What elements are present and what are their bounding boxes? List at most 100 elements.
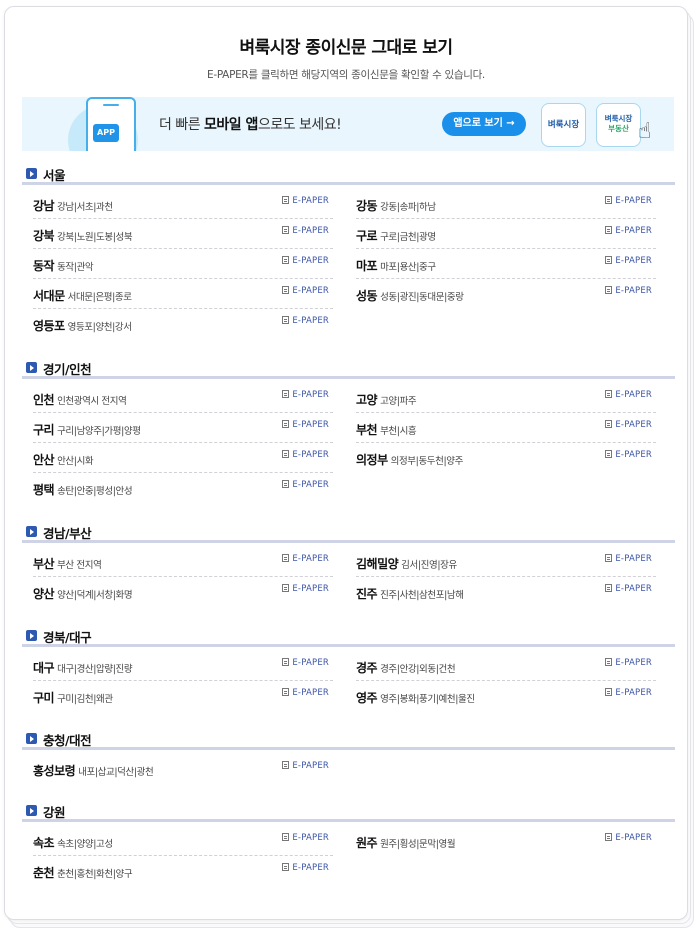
epaper-link[interactable]: E-PAPER (605, 658, 652, 668)
epaper-link[interactable]: E-PAPER (282, 480, 329, 490)
city-item[interactable]: 부천 부천|시흥 E-PAPER (356, 413, 656, 443)
city-item[interactable]: 동작 동작|관악 E-PAPER (33, 249, 333, 279)
epaper-link[interactable]: E-PAPER (605, 833, 652, 843)
region-section: 충청/대전 홍성보령 내포|삽교|덕산|광천 E-PAPER (22, 730, 675, 786)
city-name[interactable]: 김해밀양 김서|진영|장유 (356, 555, 457, 572)
epaper-link[interactable]: E-PAPER (605, 196, 652, 206)
city-name[interactable]: 안산 안산|시화 (33, 451, 94, 468)
city-name[interactable]: 평택 송탄|안중|평성|안성 (33, 481, 133, 498)
epaper-link[interactable]: E-PAPER (282, 863, 329, 873)
city-item[interactable]: 성동 성동|광진|동대문|중랑 E-PAPER (356, 279, 656, 309)
epaper-link[interactable]: E-PAPER (282, 196, 329, 206)
city-item[interactable]: 평택 송탄|안중|평성|안성 E-PAPER (33, 473, 333, 503)
city-item[interactable]: 속초 속초|양양|고성 E-PAPER (33, 826, 333, 856)
epaper-link[interactable]: E-PAPER (605, 286, 652, 296)
city-name[interactable]: 부산 부산 전지역 (33, 555, 102, 572)
city-name[interactable]: 부천 부천|시흥 (356, 421, 417, 438)
city-name[interactable]: 원주 원주|횡성|문막|영월 (356, 834, 456, 851)
epaper-link[interactable]: E-PAPER (282, 584, 329, 594)
realestate-app-button[interactable]: 벼룩시장 부동산 (596, 103, 641, 147)
city-name[interactable]: 영등포 영등포|양천|강서 (33, 317, 132, 334)
document-icon (282, 286, 290, 294)
epaper-link[interactable]: E-PAPER (282, 554, 329, 564)
city-areas: 인천광역시 전지역 (57, 396, 127, 407)
epaper-label: E-PAPER (615, 420, 652, 430)
city-item[interactable]: 인천 인천광역시 전지역 E-PAPER (33, 383, 333, 413)
section-arrow-icon (26, 168, 37, 179)
city-name[interactable]: 의정부 의정부|동두천|양주 (356, 451, 463, 468)
city-item[interactable]: 강남 강남|서초|과천 E-PAPER (33, 189, 333, 219)
city-name[interactable]: 대구 대구|경산|압량|진량 (33, 659, 133, 676)
city-name[interactable]: 홍성보령 내포|삽교|덕산|광천 (33, 762, 154, 779)
city-item[interactable]: 구로 구로|금천|광명 E-PAPER (356, 219, 656, 249)
city-item[interactable]: 경주 경주|안강|외동|건천 E-PAPER (356, 651, 656, 681)
epaper-label: E-PAPER (292, 226, 329, 236)
epaper-label: E-PAPER (292, 833, 329, 843)
city-item[interactable]: 서대문 서대문|은평|종로 E-PAPER (33, 279, 333, 309)
city-name[interactable]: 경주 경주|안강|외동|건천 (356, 659, 456, 676)
epaper-link[interactable]: E-PAPER (282, 226, 329, 236)
city-label: 영주 (356, 691, 378, 705)
city-name[interactable]: 동작 동작|관악 (33, 257, 94, 274)
city-item[interactable]: 대구 대구|경산|압량|진량 E-PAPER (33, 651, 333, 681)
city-name[interactable]: 인천 인천광역시 전지역 (33, 391, 127, 408)
epaper-link[interactable]: E-PAPER (282, 450, 329, 460)
city-name[interactable]: 구미 구미|김천|왜관 (33, 689, 113, 706)
city-item[interactable]: 김해밀양 김서|진영|장유 E-PAPER (356, 547, 656, 577)
city-name[interactable]: 진주 진주|사천|삼천포|남해 (356, 585, 464, 602)
city-name[interactable]: 성동 성동|광진|동대문|중랑 (356, 287, 464, 304)
city-item[interactable]: 영주 영주|봉화|풍기|예천|울진 E-PAPER (356, 681, 656, 711)
epaper-link[interactable]: E-PAPER (605, 226, 652, 236)
city-name[interactable]: 강남 강남|서초|과천 (33, 197, 113, 214)
epaper-link[interactable]: E-PAPER (282, 688, 329, 698)
city-item[interactable]: 양산 양산|덕계|서창|화명 E-PAPER (33, 577, 333, 607)
city-item[interactable]: 의정부 의정부|동두천|양주 E-PAPER (356, 443, 656, 473)
epaper-link[interactable]: E-PAPER (282, 833, 329, 843)
epaper-link[interactable]: E-PAPER (605, 390, 652, 400)
banner-text: 더 빠른 모바일 앱으로도 보세요! (159, 114, 342, 134)
city-name[interactable]: 양산 양산|덕계|서창|화명 (33, 585, 133, 602)
city-item[interactable]: 부산 부산 전지역 E-PAPER (33, 547, 333, 577)
city-item[interactable]: 강북 강북|노원|도봉|성북 E-PAPER (33, 219, 333, 249)
app-promo-banner[interactable]: APP 더 빠른 모바일 앱으로도 보세요! 앱으로 보기 → 벼룩시장 벼룩시… (22, 97, 674, 151)
city-item[interactable]: 안산 안산|시화 E-PAPER (33, 443, 333, 473)
city-item[interactable]: 강동 강동|송파|하남 E-PAPER (356, 189, 656, 219)
city-item[interactable]: 홍성보령 내포|삽교|덕산|광천 E-PAPER (33, 754, 333, 784)
city-name[interactable]: 구리 구리|남양주|가평|양평 (33, 421, 141, 438)
epaper-link[interactable]: E-PAPER (605, 584, 652, 594)
epaper-link[interactable]: E-PAPER (605, 554, 652, 564)
city-item[interactable]: 진주 진주|사천|삼천포|남해 E-PAPER (356, 577, 656, 607)
city-name[interactable]: 구로 구로|금천|광명 (356, 227, 436, 244)
epaper-link[interactable]: E-PAPER (282, 761, 329, 771)
city-label: 대구 (33, 661, 55, 675)
city-item[interactable]: 고양 고양|파주 E-PAPER (356, 383, 656, 413)
brand-app-button[interactable]: 벼룩시장 (541, 103, 586, 147)
epaper-link[interactable]: E-PAPER (282, 390, 329, 400)
city-label: 마포 (356, 259, 378, 273)
city-item[interactable]: 마포 마포|용산|중구 E-PAPER (356, 249, 656, 279)
epaper-link[interactable]: E-PAPER (282, 658, 329, 668)
city-name[interactable]: 고양 고양|파주 (356, 391, 417, 408)
city-item[interactable]: 춘천 춘천|홍천|화천|양구 E-PAPER (33, 856, 333, 886)
city-item[interactable]: 영등포 영등포|양천|강서 E-PAPER (33, 309, 333, 339)
city-item[interactable]: 구리 구리|남양주|가평|양평 E-PAPER (33, 413, 333, 443)
city-name[interactable]: 서대문 서대문|은평|종로 (33, 287, 132, 304)
epaper-link[interactable]: E-PAPER (605, 450, 652, 460)
city-name[interactable]: 춘천 춘천|홍천|화천|양구 (33, 864, 133, 881)
city-name[interactable]: 마포 마포|용산|중구 (356, 257, 436, 274)
city-name[interactable]: 강북 강북|노원|도봉|성북 (33, 227, 133, 244)
epaper-link[interactable]: E-PAPER (605, 420, 652, 430)
epaper-link[interactable]: E-PAPER (282, 420, 329, 430)
city-item[interactable]: 원주 원주|횡성|문막|영월 E-PAPER (356, 826, 656, 856)
city-name[interactable]: 영주 영주|봉화|풍기|예천|울진 (356, 689, 475, 706)
document-icon (282, 420, 290, 428)
epaper-link[interactable]: E-PAPER (605, 688, 652, 698)
epaper-link[interactable]: E-PAPER (282, 286, 329, 296)
city-item[interactable]: 구미 구미|김천|왜관 E-PAPER (33, 681, 333, 711)
city-name[interactable]: 속초 속초|양양|고성 (33, 834, 113, 851)
open-app-button[interactable]: 앱으로 보기 → (442, 112, 526, 136)
city-name[interactable]: 강동 강동|송파|하남 (356, 197, 436, 214)
epaper-link[interactable]: E-PAPER (605, 256, 652, 266)
epaper-link[interactable]: E-PAPER (282, 316, 329, 326)
epaper-link[interactable]: E-PAPER (282, 256, 329, 266)
